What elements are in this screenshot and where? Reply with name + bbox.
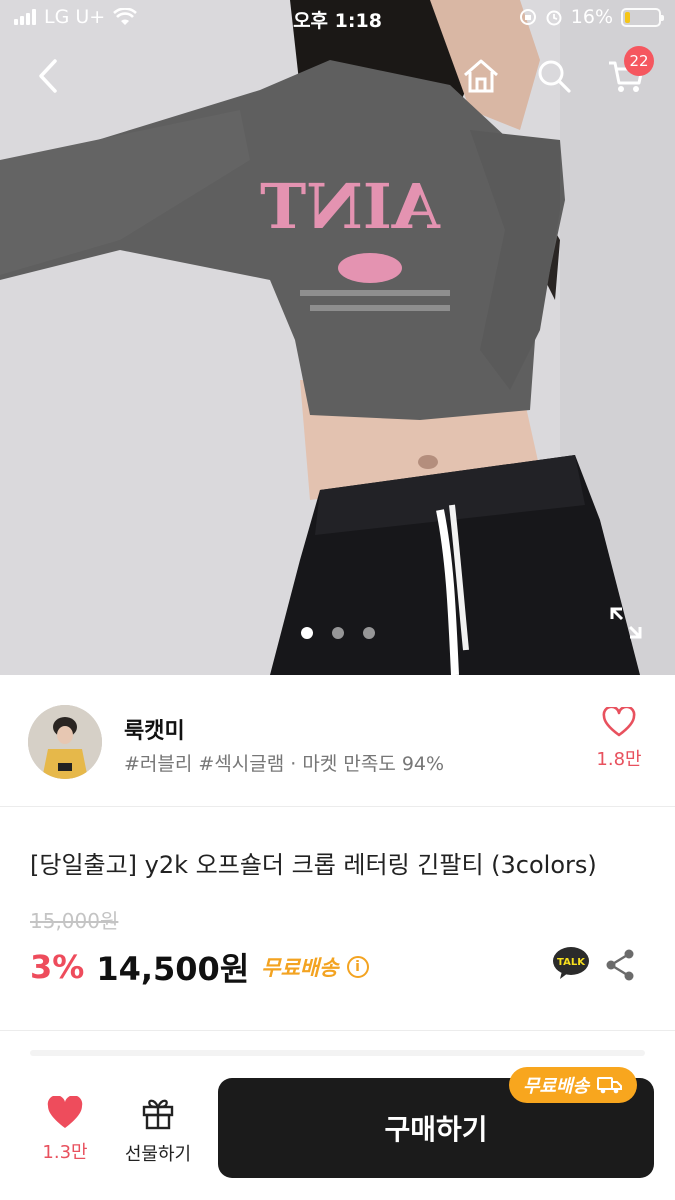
back-icon [39,59,57,93]
sale-price: 14,500원 [96,950,250,988]
divider [30,1050,645,1056]
wish-button[interactable]: 1.3만 [34,1095,96,1164]
shop-avatar-image [28,705,102,779]
shop-name[interactable]: 룩캣미 [124,713,185,745]
gallery-dot[interactable] [331,627,344,639]
search-button[interactable] [530,52,578,100]
gallery-dot[interactable] [300,627,313,639]
battery-percent: 16% [570,6,613,28]
free-shipping-label: 무료배송 [261,956,339,980]
free-shipping-badge: 무료배송 [509,1067,638,1103]
shop-like-button[interactable]: 1.8만 [590,705,648,771]
gallery-dot[interactable] [362,627,375,639]
search-icon [538,60,571,93]
shop-section[interactable]: 룩캣미 #러블리 #섹시글램 · 마켓 만족도 94% 1.8만 [0,675,675,807]
info-icon[interactable]: i [346,956,369,978]
alarm-icon [546,10,562,26]
talk-label: TALK [557,957,586,968]
gift-icon [142,1099,174,1130]
shop-tags: #러블리 #섹시글램 · 마켓 만족도 94% [124,753,445,775]
share-icon[interactable] [604,948,636,982]
orientation-lock-icon [519,9,536,25]
kakaotalk-share-icon[interactable]: TALK [552,946,590,980]
divider [0,1030,675,1031]
gallery-pagination[interactable] [0,627,675,639]
wish-count: 1.3만 [42,1142,88,1163]
back-button[interactable] [24,52,72,100]
svg-text:AINT: AINT [260,170,441,243]
shop-avatar[interactable] [28,705,102,779]
gift-button[interactable]: 선물하기 [116,1094,200,1166]
original-price: 15,000원 [30,909,119,933]
product-photo: AINT [0,0,675,675]
product-title: [당일출고] y2k 오프숄더 크롭 레터링 긴팔티 (3colors) [30,851,597,879]
heart-outline-icon [602,705,636,737]
truck-icon [597,1077,623,1094]
heart-filled-icon [47,1095,83,1128]
price-row: 3% 14,500원 무료배송 i [30,944,369,990]
free-shipping-badge-label: 무료배송 [523,1076,590,1097]
home-icon [464,59,498,93]
status-bar: LG U+ 오후 1:18 16% [0,0,675,38]
discount-rate: 3% [30,948,85,986]
product-image[interactable]: AINT LG U+ 오후 1:18 16% 22 [0,0,675,675]
shop-like-count: 1.8만 [596,749,642,770]
expand-icon[interactable] [608,605,644,641]
home-button[interactable] [457,52,505,100]
bottom-action-bar: 1.3만 선물하기 구매하기 무료배송 [0,1060,675,1200]
cart-count-badge: 22 [624,46,654,76]
gift-label: 선물하기 [124,1144,192,1165]
battery-icon [621,7,664,27]
